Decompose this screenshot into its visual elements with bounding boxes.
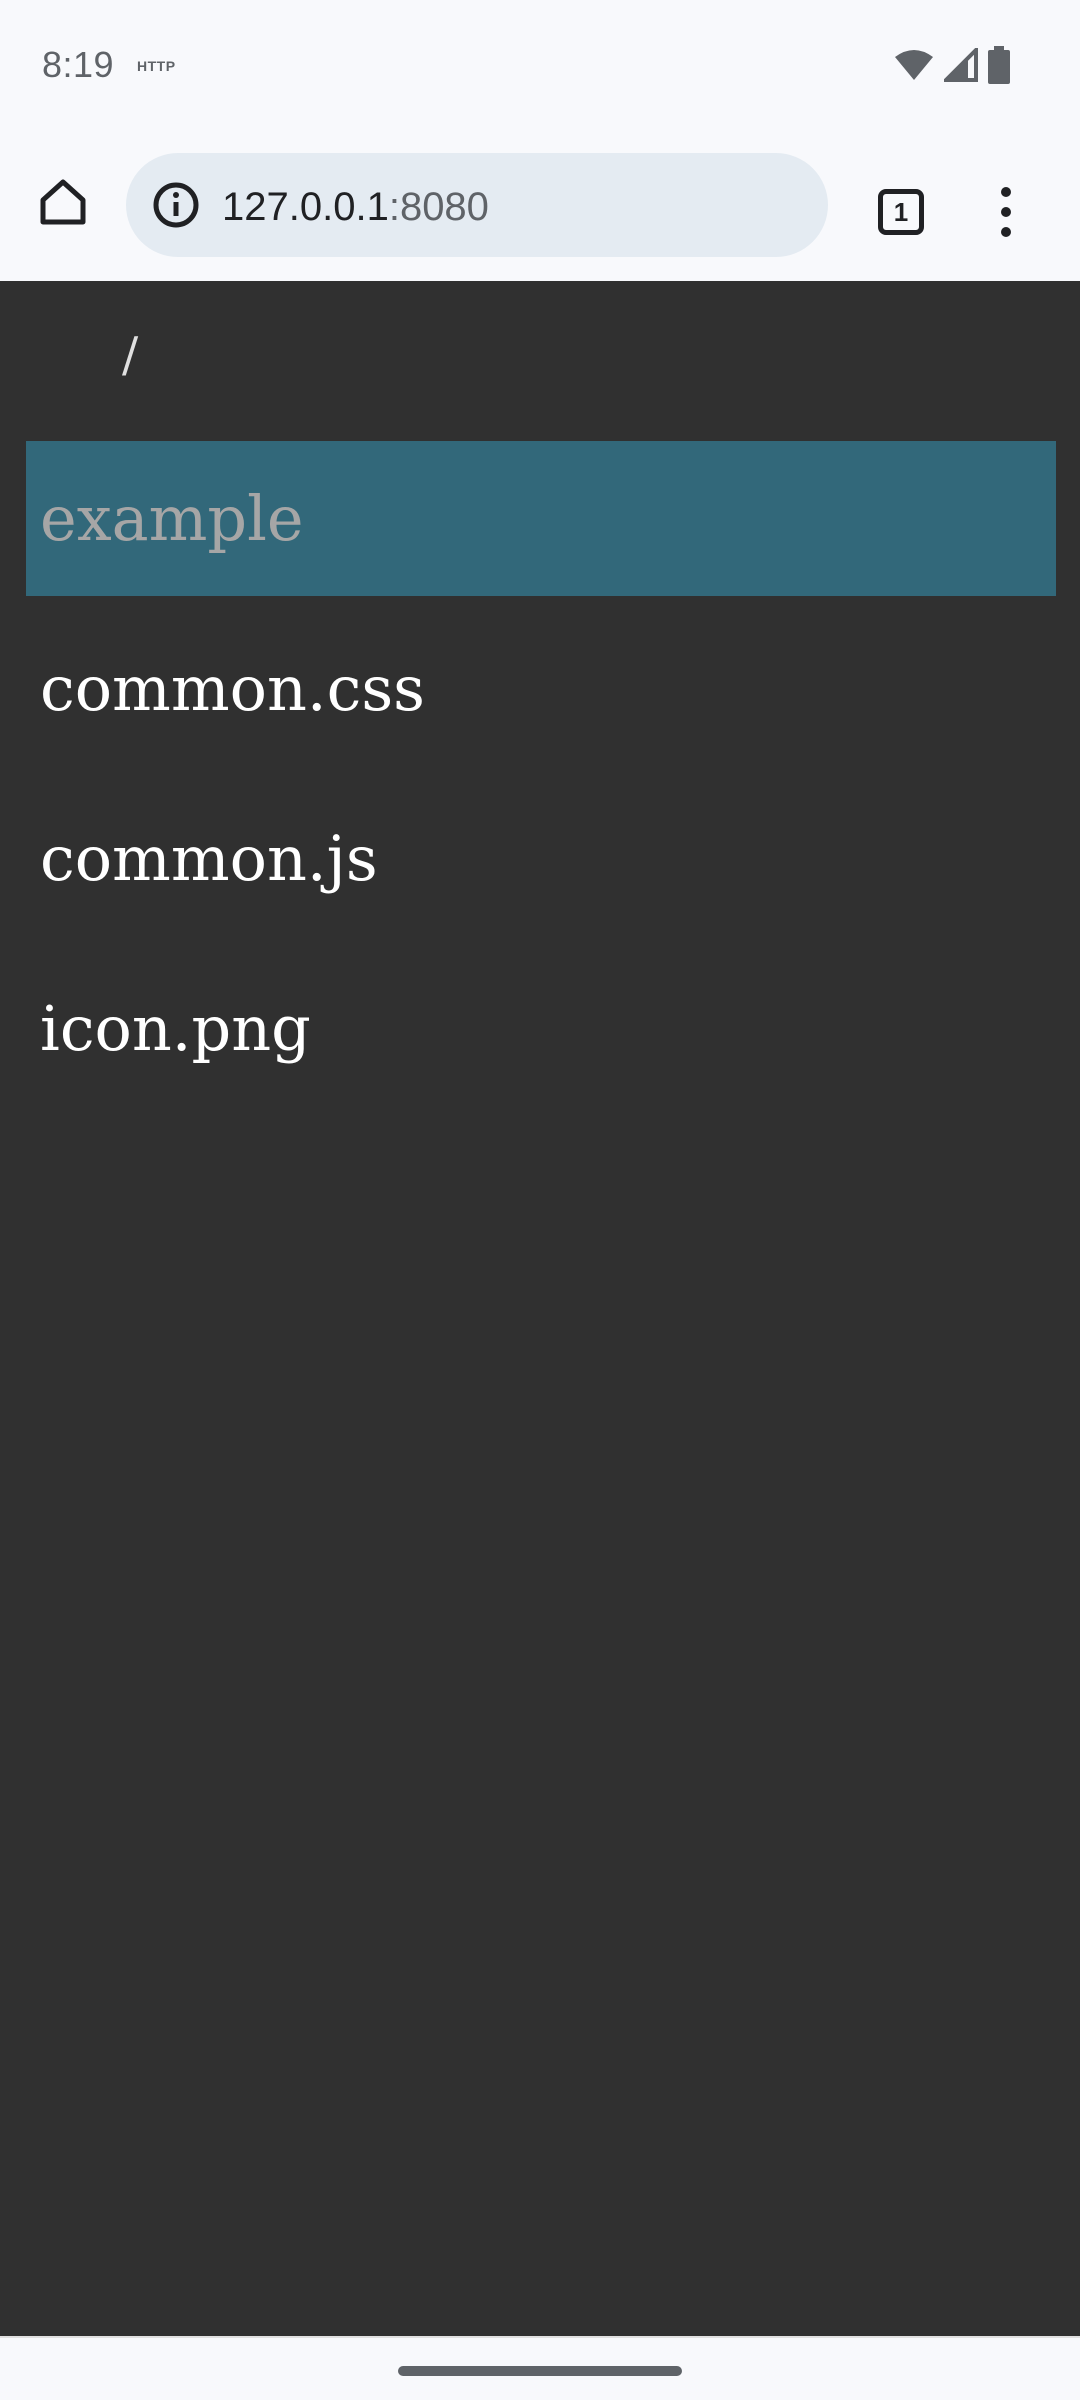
status-time: 8:19	[42, 44, 115, 85]
more-vert-icon[interactable]	[976, 177, 1036, 247]
status-icons	[894, 45, 1010, 89]
status-bar: 8:19 HTTP	[0, 0, 1080, 135]
gesture-nav-bar	[0, 2336, 1080, 2400]
browser-toolbar: 127.0.0.1:8080 1	[0, 135, 1080, 281]
http-indicator: HTTP	[137, 58, 176, 74]
gesture-handle[interactable]	[398, 2366, 682, 2376]
tab-count: 1	[893, 196, 909, 227]
info-icon[interactable]	[152, 181, 200, 229]
home-icon	[37, 176, 89, 233]
url-text[interactable]: 127.0.0.1:8080	[222, 185, 489, 230]
wifi-icon	[894, 49, 934, 86]
file-item-common-js[interactable]: common.js	[26, 781, 1056, 936]
file-list: example common.css common.js icon.png	[26, 441, 1056, 1121]
file-item-example[interactable]: example	[26, 441, 1056, 596]
file-item-icon-png[interactable]: icon.png	[26, 951, 1056, 1106]
url-port: :8080	[388, 185, 489, 229]
home-button[interactable]	[28, 169, 98, 239]
tab-switcher-button[interactable]: 1	[866, 177, 936, 247]
page-content: / example common.css common.js icon.png	[0, 281, 1080, 2336]
breadcrumb[interactable]: /	[122, 327, 138, 383]
file-item-common-css[interactable]: common.css	[26, 611, 1056, 766]
url-host: 127.0.0.1	[222, 185, 389, 229]
signal-icon	[941, 45, 978, 87]
address-bar[interactable]: 127.0.0.1:8080	[126, 153, 828, 257]
battery-icon	[988, 46, 1010, 89]
tab-switcher-icon: 1	[878, 189, 924, 235]
